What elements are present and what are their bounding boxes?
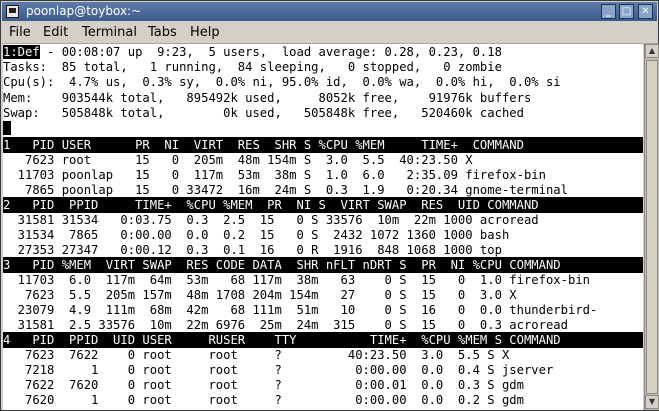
process-row: 23079 4.9 111m 68m 42m 68 111m 51m 10 0 … [3,303,598,317]
terminal-app-icon[interactable] [6,5,19,18]
close-button[interactable]: ✕ [638,4,653,19]
menu-edit[interactable]: Edit [43,25,68,40]
minimize-button[interactable]: _ [601,4,616,19]
process-row: 11703 poonlap 15 0 117m 53m 38m S 1.0 6.… [3,168,546,182]
menu-tabs[interactable]: Tabs [148,25,177,40]
process-row: 7623 root 15 0 205m 48m 154m S 3.0 5.5 4… [3,153,473,167]
process-row: 31534 7865 0:00.00 0.0 0.2 15 0 S 2432 1… [3,228,510,242]
menu-file[interactable]: File [9,25,31,40]
window1-header: 1 PID USER PR NI VIRT RES SHR S %CPU %ME… [3,137,643,153]
process-row: 7622 7620 0 root root ? 0:00.01 0.0 0.3 … [3,378,524,392]
process-row: 7623 7622 0 root root ? 40:23.50 3.0 5.5… [3,348,510,362]
summary-cpu-line: Cpu(s): 4.7% us, 0.3% sy, 0.0% ni, 95.0%… [3,75,561,89]
summary-swap-line: Swap: 505848k total, 0k used, 505848k fr… [3,106,524,120]
vertical-scrollbar[interactable]: ▲ ▼ [644,44,659,410]
menu-bar: File Edit Terminal Tabs Help [2,22,657,44]
menu-help[interactable]: Help [190,25,220,40]
scroll-down-icon[interactable]: ▼ [645,395,659,409]
window2-header: 2 PID PPID TIME+ %CPU %MEM PR NI S VIRT … [3,197,643,213]
menu-terminal[interactable]: Terminal [82,25,137,40]
scroll-thumb[interactable] [646,60,658,394]
maximize-button[interactable]: □ [619,4,634,19]
terminal-screen[interactable]: 1:Def - 00:08:07 up 9:23, 5 users, load … [3,44,643,410]
scroll-up-icon[interactable]: ▲ [645,44,659,58]
process-row: 7218 1 0 root root ? 0:00.00 0.0 0.4 S j… [3,363,554,377]
window3-header: 3 PID %MEM VIRT SWAP RES CODE DATA SHR n… [3,257,643,273]
uptime-text: - 00:08:07 up 9:23, 5 users, load averag… [39,45,502,59]
window4-header: 4 PID PPID UID USER RUSER TTY TIME+ %CPU… [3,332,643,348]
summary-mem-line: Mem: 903544k total, 895492k used, 8052k … [3,91,532,105]
process-row: 27353 27347 0:00.12 0.3 0.1 16 0 R 1916 … [3,243,502,257]
process-row: 7623 5.5 205m 157m 48m 1708 204m 154m 27… [3,288,517,302]
process-row: 7865 poonlap 15 0 33472 16m 24m S 0.3 1.… [3,183,568,197]
summary-tasks-line: Tasks: 85 total, 1 running, 84 sleeping,… [3,60,502,74]
terminal-cursor [3,121,11,135]
process-row: 7620 1 0 root root ? 0:00.00 0.0 0.2 S g… [3,393,524,407]
process-row: 11703 6.0 117m 64m 53m 68 117m 38m 63 0 … [3,273,590,287]
summary-uptime-line: 1:Def - 00:08:07 up 9:23, 5 users, load … [3,44,643,60]
window-def-label: 1:Def [3,45,40,59]
title-bar[interactable]: poonlap@toybox:~ _ □ ✕ [2,2,657,21]
process-row: 31581 2.5 33576 10m 22m 6976 25m 24m 315… [3,318,568,332]
terminal-window: poonlap@toybox:~ _ □ ✕ File Edit Termina… [0,0,659,411]
process-row: 31581 31534 0:03.75 0.3 2.5 15 0 S 33576… [3,213,539,227]
window-title: poonlap@toybox:~ [26,4,142,18]
